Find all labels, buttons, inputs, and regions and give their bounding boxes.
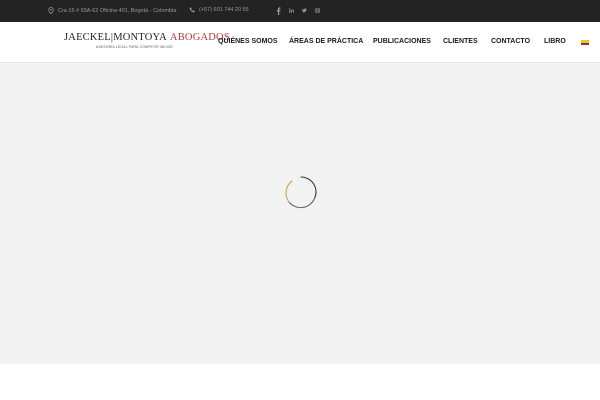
nav-item-publicaciones[interactable]: PUBLICACIONES [373,38,431,45]
linkedin-icon[interactable] [289,6,298,15]
nav-item-contacto[interactable]: CONTACTO [491,38,530,45]
address-block: Cra 15 # 93A-62 Oficina 401, Bogotá - Co… [48,7,176,14]
address-text: Cra 15 # 93A-62 Oficina 401, Bogotá - Co… [58,7,177,14]
instagram-icon[interactable] [315,6,324,15]
main-header: JAECKEL|MONTOYA ABOGADOS ASESORÍA LEGAL P… [0,22,600,63]
logo-tagline: ASESORÍA LEGAL PARA COMPETIR MEJOR [96,44,174,49]
phone-icon [189,7,195,13]
phone-text: (+57) 601 744 20 55 [199,7,249,13]
phone-block[interactable]: (+57) 601 744 20 55 [189,7,249,13]
twitter-icon[interactable] [302,6,311,15]
page-content-loading [0,63,600,364]
nav-item-areas-de-practica[interactable]: ÁREAS DE PRÁCTICA [289,38,363,45]
footer-strip [0,364,600,400]
loading-spinner-icon [285,176,317,209]
nav-item-libro[interactable]: LIBRO [544,38,566,45]
facebook-icon[interactable] [276,6,285,15]
location-pin-icon [48,7,54,14]
social-links [276,6,328,15]
logo-wordmark: JAECKEL|MONTOYA ABOGADOS [64,32,230,43]
nav-item-quienes-somos[interactable]: QUIÉNES SOMOS [218,38,278,45]
colombia-flag-icon[interactable] [581,40,589,45]
logo-name: JAECKEL|MONTOYA [64,32,167,43]
nav-item-clientes[interactable]: CLIENTES [443,38,478,45]
site-logo[interactable]: JAECKEL|MONTOYA ABOGADOS ASESORÍA LEGAL P… [64,32,230,54]
top-info-bar: Cra 15 # 93A-62 Oficina 401, Bogotá - Co… [0,0,600,22]
